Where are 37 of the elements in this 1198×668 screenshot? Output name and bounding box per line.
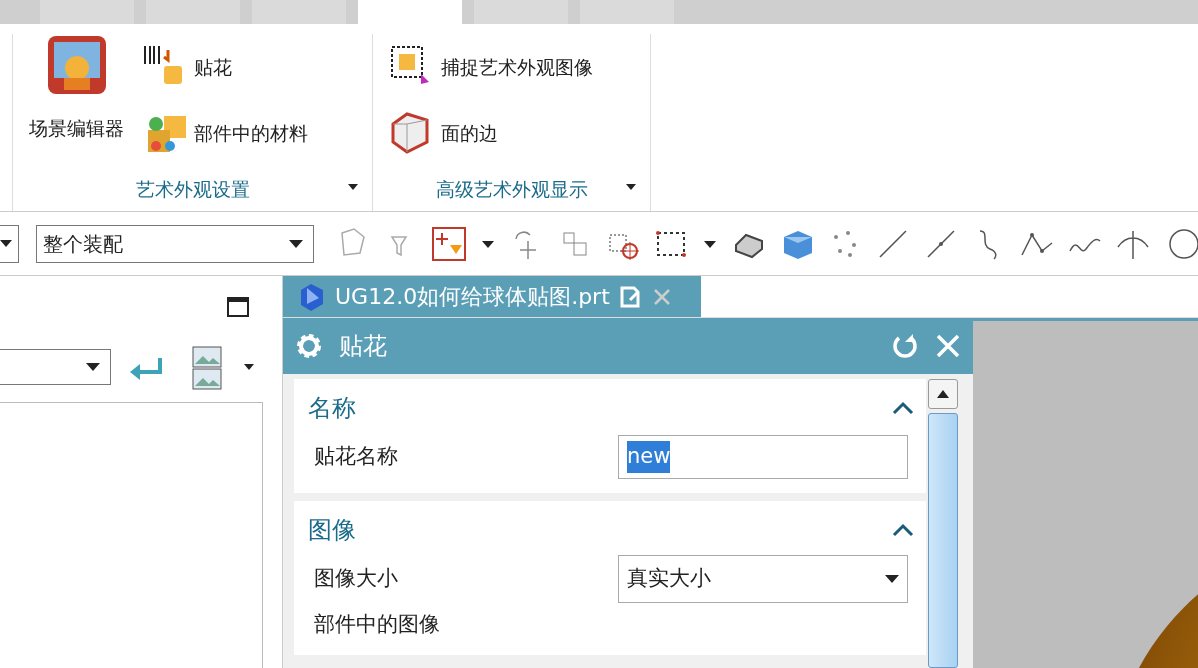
- caret-up-icon: [937, 390, 949, 398]
- name-input-field[interactable]: new: [618, 435, 908, 479]
- maximize-icon[interactable]: [227, 297, 249, 317]
- field-label: 图像大小: [314, 565, 398, 593]
- caret-icon: [0, 240, 12, 247]
- collapse-icon[interactable]: [892, 523, 914, 537]
- caret-icon: [86, 363, 100, 371]
- scroll-up-button[interactable]: [928, 379, 958, 409]
- section-title: 名称: [308, 393, 356, 424]
- caret-icon: [289, 239, 303, 248]
- reset-icon[interactable]: [891, 332, 919, 360]
- collapse-icon[interactable]: [892, 401, 914, 415]
- scrollbar-thumb[interactable]: [928, 413, 958, 668]
- settings-icon: [295, 332, 323, 360]
- ribbon-button[interactable]: 面的边: [387, 108, 595, 159]
- dialog-title: 贴花: [339, 331, 388, 362]
- field-label: 贴花名称: [314, 443, 398, 471]
- dropdown-field[interactable]: [0, 224, 19, 263]
- caret-icon[interactable]: [244, 364, 254, 370]
- ribbon-button[interactable]: 捕捉艺术外观图像: [387, 42, 595, 93]
- ribbon-button[interactable]: 部件中的材料: [140, 108, 310, 159]
- group-label: 高级艺术外观显示: [435, 176, 588, 202]
- caret-icon[interactable]: [626, 183, 636, 190]
- filter-dropdown[interactable]: 整个装配: [36, 224, 314, 263]
- caret-icon[interactable]: [348, 183, 358, 190]
- target-filter-icon[interactable]: [432, 226, 466, 261]
- scene-editor-icon: [45, 34, 108, 96]
- close-icon[interactable]: [935, 333, 961, 359]
- ribbon-button[interactable]: 贴花: [140, 42, 310, 93]
- field-label: 部件中的图像: [314, 611, 440, 639]
- edit-icon[interactable]: [619, 285, 642, 308]
- group-label: 艺术外观设置: [135, 176, 250, 202]
- scene-editor-button[interactable]: 场景编辑器: [27, 34, 126, 175]
- caret-icon: [885, 575, 899, 583]
- dropdown-field[interactable]: [0, 349, 111, 385]
- size-dropdown[interactable]: 真实大小: [618, 555, 908, 603]
- section-title: 图像: [308, 515, 356, 546]
